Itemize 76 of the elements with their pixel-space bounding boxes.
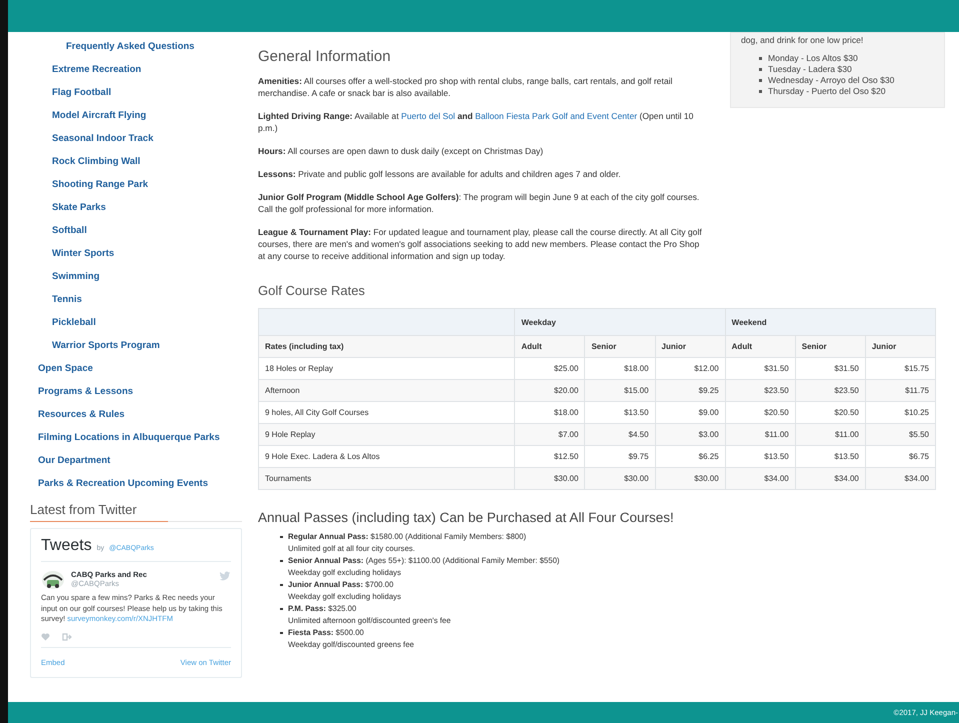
inline-link[interactable]: Balloon Fiesta Park Golf and Event Center: [475, 111, 638, 121]
table-cell: $30.00: [584, 468, 656, 490]
info-paragraph: Junior Golf Program (Middle School Age Golfers): The program will begin June 9 at each of the city golf courses. Call the golf professional for more information.: [258, 191, 700, 215]
bullet-icon: [759, 68, 762, 71]
table-cell: $11.00: [795, 424, 866, 446]
table-cell: 9 Hole Replay: [258, 424, 515, 446]
sidebar-link[interactable]: Tennis: [52, 289, 90, 312]
table-cell: Tournaments: [258, 468, 515, 490]
sidebar-link[interactable]: Shooting Range Park: [52, 174, 156, 197]
section-heading: Annual Passes (including tax) Can be Purchased at All Four Courses!: [258, 510, 674, 525]
bullet-icon: [759, 57, 762, 60]
bullet-icon: [759, 90, 762, 93]
table-cell: $23.50: [795, 380, 866, 402]
sidebar-link[interactable]: Resources & Rules: [38, 404, 133, 427]
column-header: Senior: [584, 336, 656, 358]
column-header: Junior: [865, 336, 936, 358]
section-heading: Latest from Twitter: [30, 502, 137, 519]
sidebar-link[interactable]: Winter Sports: [52, 243, 122, 266]
table-cell: $5.50: [865, 424, 936, 446]
table-cell: $30.00: [655, 468, 726, 490]
sidebar-link[interactable]: Programs & Lessons: [38, 381, 142, 404]
table-cell: $34.00: [795, 468, 866, 490]
column-header: Rates (including tax): [258, 336, 515, 358]
column-header: Senior: [795, 336, 866, 358]
sidebar-link[interactable]: Open Space: [38, 358, 101, 381]
sidebar-link[interactable]: Skate Parks: [52, 197, 114, 220]
sidebar-link[interactable]: Our Department: [38, 450, 118, 473]
promo-text: dog, and drink for one low price!: [741, 35, 864, 45]
info-paragraph: Lighted Driving Range: Available at Puerto del Sol and Balloon Fiesta Park Golf and Event Center (Open until 10 p.m.): [258, 110, 694, 134]
table-cell: $34.00: [725, 468, 796, 490]
table-cell: $3.00: [655, 424, 726, 446]
sidebar-link[interactable]: Pickleball: [52, 312, 104, 335]
promo-item: Monday - Los Altos $30: [768, 53, 858, 64]
table-cell: $4.50: [584, 424, 656, 446]
sidebar-link[interactable]: Filming Locations in Albuquerque Parks: [38, 427, 228, 450]
table-cell: $11.00: [725, 424, 796, 446]
bullet-icon: [759, 79, 762, 82]
info-paragraph: Lessons: Private and public golf lessons are available for adults and children ages 7 and older.: [258, 168, 622, 180]
table-cell: $30.00: [514, 468, 585, 490]
inline-link[interactable]: Puerto del Sol: [401, 111, 456, 121]
sidebar-link[interactable]: Flag Football: [52, 82, 120, 105]
share-icon[interactable]: [62, 632, 72, 640]
promo-item: Thursday - Puerto del Oso $20: [768, 86, 886, 97]
avatar-icon: [41, 570, 65, 590]
column-header: Adult: [725, 336, 796, 358]
column-group-header: Weekday: [514, 308, 726, 336]
table-cell: $7.00: [514, 424, 585, 446]
sidebar-link[interactable]: Softball: [52, 220, 95, 243]
section-heading: General Information: [258, 48, 391, 65]
table-cell: $9.25: [655, 380, 726, 402]
section-heading: Golf Course Rates: [258, 283, 365, 298]
widget-title: Tweets: [41, 537, 92, 555]
promo-item: Tuesday - Ladera $30: [768, 64, 852, 75]
sidebar-link[interactable]: Model Aircraft Flying: [52, 105, 154, 128]
promo-item: Wednesday - Arroyo del Oso $30: [768, 75, 894, 86]
sidebar-link[interactable]: Parks & Recreation Upcoming Events: [38, 473, 216, 496]
table-cell: Afternoon: [258, 380, 515, 402]
table-cell: $23.50: [725, 380, 796, 402]
column-header: Adult: [514, 336, 585, 358]
sidebar-link[interactable]: Seasonal Indoor Track: [52, 128, 162, 151]
sidebar-link[interactable]: Swimming: [52, 266, 108, 289]
sidebar-link[interactable]: Warrior Sports Program: [52, 335, 168, 358]
sidebar-link[interactable]: Rock Climbing Wall: [52, 151, 148, 174]
column-group-header: Weekend: [725, 308, 936, 336]
info-paragraph: Amenities: All courses offer a well-stocked pro shop with rental clubs, range balls, cart rentals, and golf retail merchandise. A cafe or snack bar is also available.: [258, 75, 674, 99]
info-paragraph: League & Tournament Play: For updated league and tournament play, please call the course directly. At all City golf courses, there are men's and women's golf associations seeking to add new members. Please contact the Pro Shop at any course to receive additional information and sign up today.: [258, 226, 703, 262]
table-cell: $20.00: [514, 380, 585, 402]
table-cell: $11.75: [865, 380, 936, 402]
info-paragraph: Hours: All courses are open dawn to dusk daily (except on Christmas Day): [258, 145, 544, 157]
sidebar-link[interactable]: Extreme Recreation: [52, 59, 150, 82]
sidebar-link[interactable]: Frequently Asked Questions: [66, 36, 202, 59]
table-cell: $15.00: [584, 380, 656, 402]
bird-icon[interactable]: [219, 570, 231, 581]
column-header: Junior: [655, 336, 726, 358]
table-cell: $34.00: [865, 468, 936, 490]
heart-icon[interactable]: [41, 632, 50, 640]
